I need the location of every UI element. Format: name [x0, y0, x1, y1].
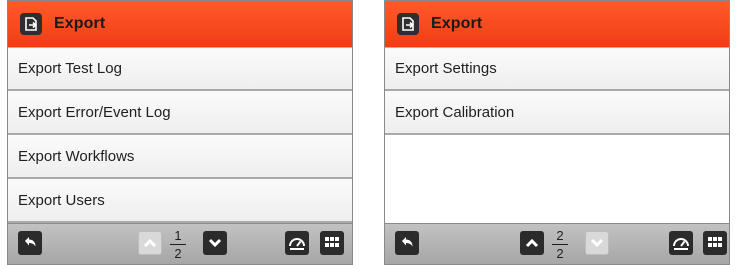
page-total: 2: [174, 245, 182, 261]
dashboard-gauge-icon: [289, 238, 305, 250]
footer-bar: 2 2: [385, 223, 729, 264]
page-up-button[interactable]: [520, 231, 544, 255]
page-divider: [170, 243, 186, 245]
dashboard-gauge-icon: [673, 238, 689, 250]
menu-button[interactable]: [703, 231, 727, 255]
page-total: 2: [556, 245, 564, 261]
export-menu-list: Export Settings Export Calibration: [385, 47, 729, 135]
menu-button[interactable]: [320, 231, 344, 255]
grid-menu-icon: [325, 237, 339, 247]
list-item-export-test-log[interactable]: Export Test Log: [8, 47, 352, 91]
chevron-up-icon: [143, 238, 157, 248]
dashboard-button[interactable]: [669, 231, 693, 255]
footer-bar: 1 2: [8, 223, 352, 264]
chevron-up-icon: [525, 238, 539, 248]
grid-menu-icon: [708, 237, 722, 247]
page-current: 1: [174, 227, 182, 243]
export-icon: [397, 13, 419, 35]
header-bar: Export: [385, 1, 729, 47]
chevron-down-icon: [208, 238, 222, 248]
page-indicator: 1 2: [167, 228, 189, 260]
list-item-export-calibration[interactable]: Export Calibration: [385, 91, 729, 135]
page-indicator: 2 2: [549, 228, 571, 260]
page-title: Export: [54, 15, 106, 32]
page-down-button[interactable]: [203, 231, 227, 255]
page-up-button[interactable]: [138, 231, 162, 255]
list-item-export-settings[interactable]: Export Settings: [385, 47, 729, 91]
back-button[interactable]: [18, 231, 42, 255]
export-menu-list: Export Test Log Export Error/Event Log E…: [8, 47, 352, 223]
export-screen-page-2: Export Export Settings Export Calibratio…: [384, 0, 730, 265]
page-title: Export: [431, 15, 483, 32]
header-bar: Export: [8, 1, 352, 47]
back-arrow-icon: [402, 237, 413, 247]
chevron-down-icon: [590, 238, 604, 248]
back-arrow-icon: [25, 237, 36, 247]
back-button[interactable]: [395, 231, 419, 255]
list-item-export-users[interactable]: Export Users: [8, 179, 352, 223]
page-divider: [552, 243, 568, 245]
page-down-button[interactable]: [585, 231, 609, 255]
list-item-export-error-event-log[interactable]: Export Error/Event Log: [8, 91, 352, 135]
page-current: 2: [556, 227, 564, 243]
list-item-export-workflows[interactable]: Export Workflows: [8, 135, 352, 179]
export-icon: [20, 13, 42, 35]
dashboard-button[interactable]: [285, 231, 309, 255]
export-screen-page-1: Export Export Test Log Export Error/Even…: [7, 0, 353, 265]
